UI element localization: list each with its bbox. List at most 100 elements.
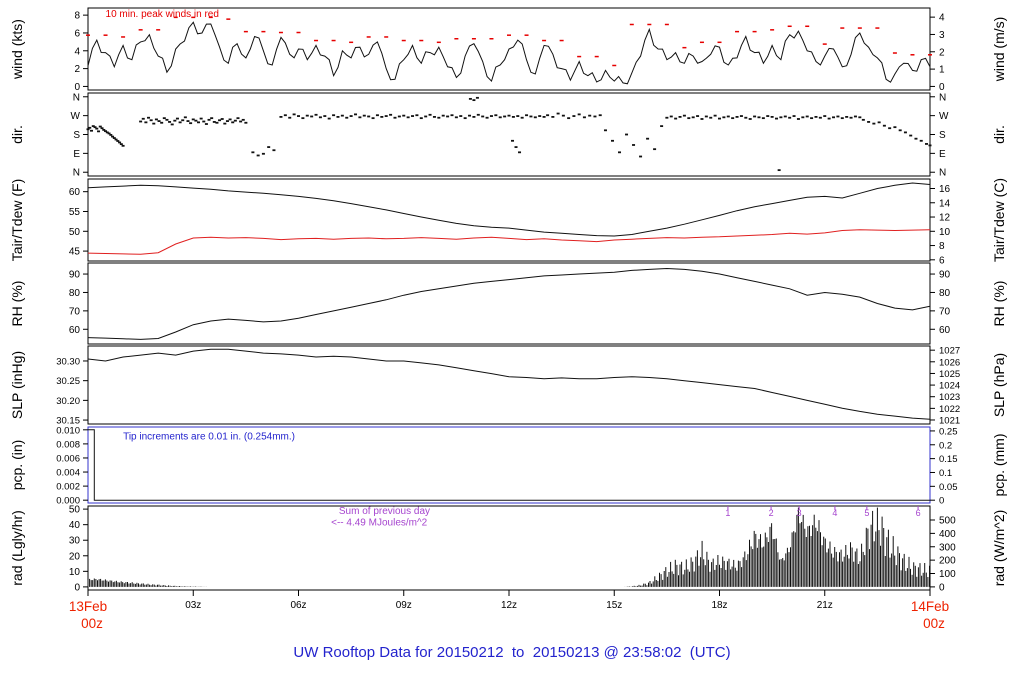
- dir-point: [520, 116, 524, 119]
- dir-point: [511, 139, 515, 142]
- slp-left-axis-title: SLP (inHg): [9, 351, 25, 419]
- dir-point: [279, 115, 283, 118]
- rh-tick-label-left: 90: [69, 270, 81, 281]
- rh-left-axis-title: RH (%): [9, 281, 25, 327]
- dir-point: [494, 114, 498, 117]
- slp-tick-label-right: 1026: [939, 357, 960, 368]
- dir-point: [542, 115, 546, 118]
- dir-point: [207, 118, 211, 121]
- dir-point: [241, 118, 245, 121]
- dir-right-axis-title: dir.: [991, 125, 1007, 144]
- dir-point: [236, 117, 240, 120]
- wind-right-axis-title: wind (m/s): [991, 17, 1007, 83]
- dir-point: [183, 116, 187, 119]
- dir-tick-label-left: E: [73, 149, 80, 160]
- wind-peak-mark: [559, 39, 564, 42]
- dir-point: [393, 116, 397, 119]
- wind-peak-mark: [454, 38, 459, 40]
- dir-point: [189, 122, 193, 125]
- dir-point: [463, 117, 467, 120]
- tair-tick-label-right: 6: [939, 255, 945, 266]
- dir-point: [603, 129, 607, 132]
- wind-peak-mark: [629, 23, 634, 26]
- dir-tick-label-right: N: [939, 92, 946, 103]
- wind-tick-label-left: 4: [74, 46, 80, 57]
- x-tick-label: 03z: [185, 600, 201, 611]
- wind-peak-mark: [752, 30, 757, 33]
- dir-point: [801, 116, 805, 119]
- dir-point: [411, 115, 415, 117]
- dir-point: [468, 114, 472, 117]
- dir-point: [349, 115, 353, 117]
- pcp-left-axis-title: pcp. (in): [9, 440, 25, 491]
- dir-point: [551, 115, 555, 118]
- wind-peak-mark: [524, 34, 529, 36]
- dir-point: [204, 123, 208, 125]
- dir-point: [696, 115, 700, 117]
- wind-peak-mark: [314, 39, 319, 42]
- pcp-tick-label-left: 0.006: [56, 453, 80, 464]
- dir-point: [367, 115, 371, 118]
- dir-point: [618, 151, 622, 154]
- wind-peak-mark: [419, 39, 424, 42]
- x-end-date-label: 13Feb: [69, 599, 107, 614]
- dir-point: [168, 121, 172, 123]
- meteogram-figure: 0 2 4 6 8 0 1 2 3 4 wind (kts) wind (m/s) 10 min. pe…: [0, 0, 1024, 700]
- dir-tick-label-right: S: [939, 130, 946, 141]
- dir-point: [109, 134, 113, 136]
- tair-tick-label-left: 50: [69, 227, 81, 238]
- dir-point: [805, 115, 809, 118]
- dir-point: [292, 113, 296, 116]
- dir-point: [476, 113, 480, 116]
- dir-point: [898, 129, 902, 132]
- dir-point: [173, 119, 177, 122]
- dir-point: [639, 155, 643, 158]
- dir-point: [283, 114, 287, 117]
- tair-tick-label-right: 10: [939, 227, 951, 238]
- wind-peak-mark: [366, 36, 371, 38]
- dir-point: [98, 125, 102, 128]
- wind-peak-mark: [910, 54, 915, 56]
- wind-annotation: 10 min. peak winds in red: [106, 9, 219, 20]
- dir-point: [610, 139, 614, 142]
- dir-point: [792, 115, 796, 117]
- tair-tick-label-left: 60: [69, 187, 81, 198]
- dir-point: [231, 121, 235, 124]
- dir-point: [660, 125, 664, 128]
- wind-peak-mark: [121, 36, 126, 38]
- wind-tick-label-right: 1: [939, 65, 945, 76]
- dir-point: [160, 121, 164, 124]
- wind-peak-mark: [647, 23, 652, 26]
- wind-peak-mark: [489, 38, 494, 40]
- wind-left-axis-title: wind (kts): [9, 19, 25, 80]
- dir-point: [914, 137, 918, 140]
- slp-tick-label-right: 1024: [939, 381, 960, 392]
- dir-point: [853, 115, 857, 118]
- rh-right-axis-title: RH (%): [991, 281, 1007, 327]
- slp-tick-label-left: 30.25: [56, 376, 80, 387]
- pcp-tick-label-right: 0.05: [939, 482, 958, 493]
- dir-point: [147, 116, 151, 119]
- dir-point: [770, 115, 774, 118]
- tair-left-axis-title: Tair/Tdew (F): [9, 179, 25, 261]
- dir-point: [419, 117, 423, 120]
- dir-point: [210, 117, 214, 120]
- wind-peak-mark: [226, 18, 231, 20]
- dir-point: [318, 116, 322, 119]
- dir-point: [194, 119, 198, 122]
- rad-tick-label-left: 30: [69, 536, 81, 547]
- dir-tick-label-right: E: [939, 149, 946, 160]
- wind-peak-mark: [331, 39, 336, 42]
- dir-point: [845, 115, 849, 118]
- dir-point: [212, 121, 216, 123]
- pcp-right-axis-title: pcp. (mm): [991, 434, 1007, 497]
- wind-peak-mark: [682, 46, 687, 49]
- rh-tick-label-right: 90: [939, 270, 951, 281]
- dir-point: [646, 137, 650, 140]
- dir-point: [261, 152, 265, 155]
- dir-point: [354, 113, 358, 116]
- pcp-tick-label-left: 0.008: [56, 439, 80, 450]
- wind-peak-mark: [156, 29, 161, 31]
- dir-point: [223, 122, 227, 125]
- dir-point: [468, 97, 472, 100]
